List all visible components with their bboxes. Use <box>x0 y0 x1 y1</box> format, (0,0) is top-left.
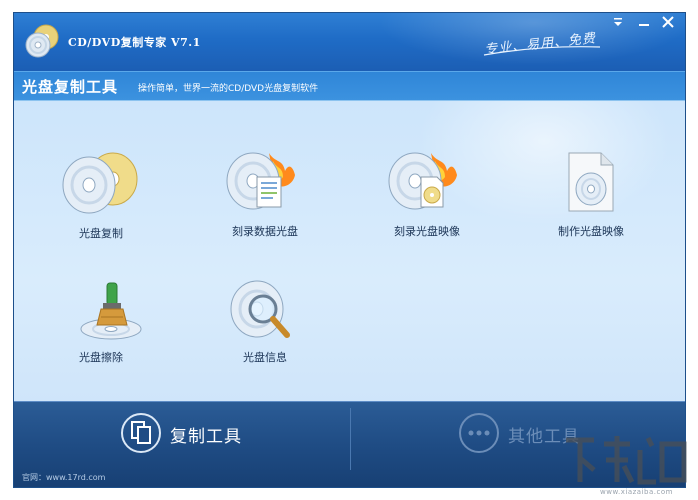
tool-label: 制作光盘映像 <box>558 225 624 238</box>
website-link[interactable]: 官网：www.17rd.com <box>22 472 105 483</box>
tool-panel: 光盘复制 刻录数据光盘 刻录光盘映像 制作光盘映像 光盘擦除 光盘信息 <box>14 101 685 401</box>
tool-disc-info[interactable]: 光盘信息 <box>200 279 330 379</box>
title-bar[interactable]: CD/DVD复制专家 V7.1 专业、易用、免费 <box>14 13 685 71</box>
burn-image-icon <box>388 152 457 210</box>
watermark-text: www.xiazaiba.com <box>600 488 673 496</box>
tool-disc-copy[interactable]: 光盘复制 <box>36 151 166 251</box>
burn-data-disc-icon <box>226 152 295 210</box>
tool-label: 光盘信息 <box>243 351 287 364</box>
app-logo-icon <box>25 24 59 58</box>
slogan-underline <box>483 46 601 56</box>
disc-copy-icon <box>62 152 138 214</box>
tool-label: 刻录光盘映像 <box>394 225 460 238</box>
tool-disc-erase[interactable]: 光盘擦除 <box>46 279 176 379</box>
tool-burn-data-disc[interactable]: 刻录数据光盘 <box>200 149 330 249</box>
tab-copy-tools[interactable]: 复制工具 <box>118 410 268 456</box>
app-window: CD/DVD复制专家 V7.1 专业、易用、免费 光盘复制工具 操作简单，世界一… <box>13 12 686 488</box>
tab-label: 复制工具 <box>170 427 242 447</box>
tool-label: 光盘擦除 <box>79 351 123 364</box>
section-description: 操作简单，世界一流的CD/DVD光盘复制软件 <box>138 84 319 94</box>
menu-dropdown-icon[interactable] <box>610 15 626 29</box>
tool-make-disc-image[interactable]: 制作光盘映像 <box>526 149 656 249</box>
minimize-icon[interactable] <box>636 15 652 29</box>
app-title: CD/DVD复制专家 V7.1 <box>68 36 201 49</box>
section-title: 光盘复制工具 <box>22 78 119 96</box>
disc-erase-icon <box>80 282 142 340</box>
tool-label: 刻录数据光盘 <box>232 225 298 238</box>
make-image-icon <box>568 152 614 212</box>
tool-burn-disc-image[interactable]: 刻录光盘映像 <box>362 149 492 249</box>
section-header: 光盘复制工具 操作简单，世界一流的CD/DVD光盘复制软件 <box>14 71 685 101</box>
tab-divider <box>350 408 351 470</box>
disc-info-icon <box>230 280 290 338</box>
tool-label: 光盘复制 <box>79 227 123 240</box>
close-icon[interactable] <box>660 15 676 29</box>
copy-tools-icon <box>121 413 161 453</box>
more-tools-icon <box>459 413 499 453</box>
